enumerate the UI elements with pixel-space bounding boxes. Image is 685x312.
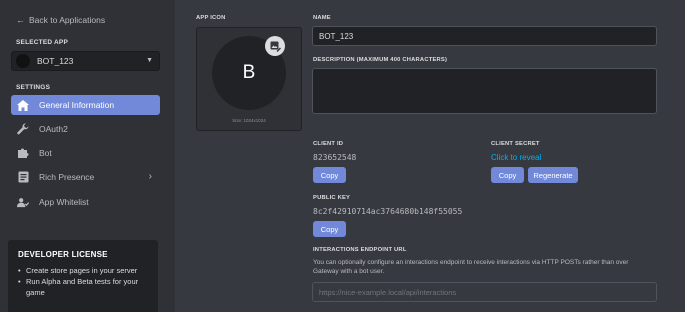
public-key-value: 8c2f42910714ac3764680b148f55055 [313, 207, 462, 216]
sidebar-item-label: App Whitelist [39, 197, 89, 207]
app-icon-size-hint: Size: 1024x1024 [232, 118, 266, 123]
sidebar-item-bot[interactable]: Bot [11, 143, 160, 163]
description-textarea[interactable] [312, 68, 657, 114]
puzzle-icon [17, 147, 29, 159]
sidebar-item-rich-presence[interactable]: Rich Presence › [11, 167, 160, 187]
document-icon [17, 171, 29, 183]
client-secret-label: CLIENT SECRET [491, 141, 540, 147]
regenerate-secret-button[interactable]: Regenerate [528, 167, 578, 183]
selected-app-heading: SELECTED APP [16, 39, 69, 46]
sidebar-item-general-information[interactable]: General Information [11, 95, 160, 115]
copy-client-id-button[interactable]: Copy [313, 167, 346, 183]
name-input[interactable]: BOT_123 [312, 26, 657, 46]
list-item: Create store pages in your server [18, 265, 148, 276]
description-label: DESCRIPTION (MAXIMUM 400 CHARACTERS) [313, 57, 448, 63]
sidebar-item-label: Bot [39, 148, 52, 158]
app-avatar [16, 54, 30, 68]
app-selector[interactable]: BOT_123 ▼ [11, 51, 160, 71]
back-to-applications-link[interactable]: ← Back to Applications [16, 15, 105, 25]
client-id-label: CLIENT ID [313, 141, 344, 147]
arrow-left-icon: ← [16, 15, 25, 25]
caret-down-icon: ▼ [146, 57, 153, 64]
copy-public-key-button[interactable]: Copy [313, 221, 346, 237]
client-id-value: 823652548 [313, 153, 357, 162]
wrench-icon [17, 123, 29, 135]
endpoint-url-input[interactable]: https://nice-example.local/api/interacti… [312, 282, 657, 302]
app-icon-label: APP ICON [196, 15, 226, 21]
sidebar-item-app-whitelist[interactable]: App Whitelist [11, 192, 160, 212]
chevron-right-icon: › [148, 171, 152, 182]
users-icon [17, 196, 29, 208]
endpoint-url-label: INTERACTIONS ENDPOINT URL [313, 247, 407, 253]
endpoint-help-text: You can optionally configure an interact… [313, 259, 629, 275]
back-link-label: Back to Applications [29, 15, 106, 25]
name-label: NAME [313, 15, 331, 21]
sidebar-item-label: Rich Presence [39, 172, 95, 182]
image-upload-icon[interactable] [265, 36, 285, 56]
settings-heading: SETTINGS [16, 84, 51, 91]
sidebar-item-label: General Information [39, 100, 115, 110]
sidebar-item-label: OAuth2 [39, 124, 68, 134]
developer-license-list: Create store pages in your server Run Al… [18, 265, 148, 298]
public-key-label: PUBLIC KEY [313, 195, 351, 201]
developer-license-title: DEVELOPER LICENSE [18, 250, 108, 259]
developer-license-card: DEVELOPER LICENSE Create store pages in … [8, 240, 158, 312]
sidebar: ← Back to Applications SELECTED APP BOT_… [0, 0, 175, 312]
copy-client-secret-button[interactable]: Copy [491, 167, 524, 183]
list-item: Run Alpha and Beta tests for your game [18, 276, 148, 298]
app-selector-name: BOT_123 [37, 56, 74, 66]
home-icon [17, 99, 29, 111]
reveal-secret-link[interactable]: Click to reveal [491, 153, 541, 162]
sidebar-item-oauth2[interactable]: OAuth2 [11, 119, 160, 139]
